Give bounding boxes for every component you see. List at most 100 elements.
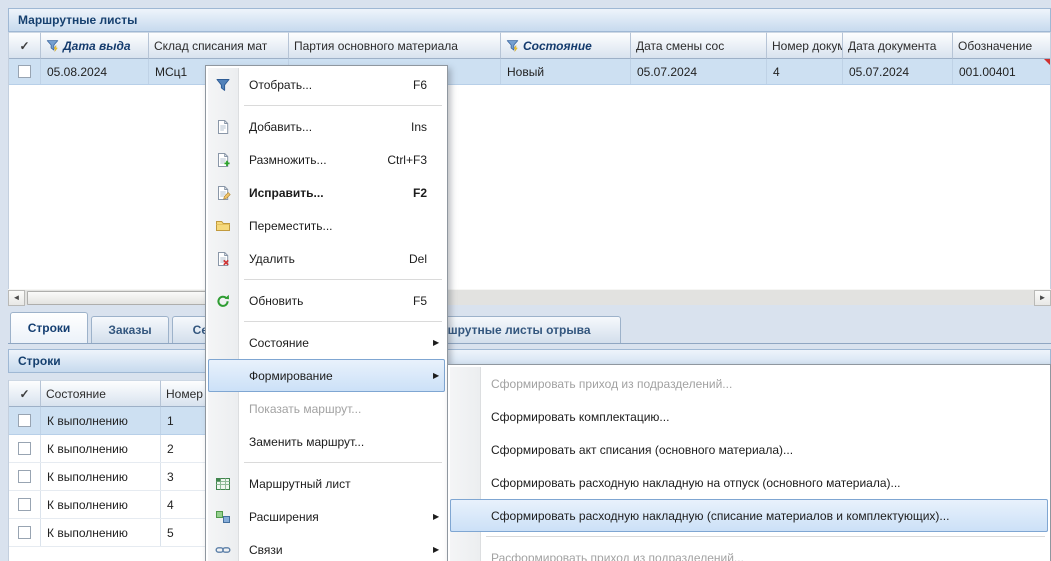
row-checkbox[interactable]	[18, 414, 31, 427]
column-header-doc-date[interactable]: Дата документа	[843, 32, 953, 59]
menu-item-label: Заменить маршрут...	[249, 435, 427, 449]
rows-cell-state: К выполнению	[41, 435, 161, 462]
context-menu-item-refresh[interactable]: ОбновитьF5	[208, 284, 445, 317]
menu-item-label: Добавить...	[249, 120, 411, 134]
route-sheet-row[interactable]: 05.08.2024МСц1Новый05.07.2024405.07.2024…	[9, 59, 1050, 85]
route-sheet-cell-state: Новый	[501, 59, 631, 84]
menu-item-label: Маршрутный лист	[249, 477, 427, 491]
column-header-label: Партия основного материала	[294, 39, 458, 53]
check-all-icon: ✓	[19, 387, 29, 401]
tab-label: Маршрутные листы отрыва	[423, 323, 590, 337]
menu-item-label: Состояние	[249, 336, 427, 350]
menu-item-label: Формирование	[249, 369, 427, 383]
route-sheet-cell-doc-number: 4	[767, 59, 843, 84]
spreadsheet-icon	[208, 476, 238, 492]
scroll-right-button[interactable]: ►	[1034, 290, 1051, 306]
rows-panel-title: Строки	[18, 354, 61, 368]
context-menu-separator	[244, 279, 442, 280]
context-menu-item-duplicate[interactable]: Размножить...Ctrl+F3	[208, 143, 445, 176]
context-menu-item-move[interactable]: Переместить...	[208, 209, 445, 242]
scroll-left-button[interactable]: ◄	[8, 290, 25, 306]
menu-item-shortcut: F5	[413, 294, 427, 308]
bottom-tabbar: СтрокиЗаказыСерМаршрутные листы отрыва	[8, 311, 1051, 344]
submenu-item-form-kitting[interactable]: Сформировать комплектацию...	[450, 400, 1048, 433]
folder-move-icon	[208, 218, 238, 234]
column-header-check[interactable]: ✓	[9, 380, 41, 407]
column-header-doc-number[interactable]: Номер докум	[767, 32, 843, 59]
route-sheets-panel-title: Маршрутные листы	[18, 13, 137, 27]
context-menu-item-delete[interactable]: УдалитьDel	[208, 242, 445, 275]
context-menu-item-filter[interactable]: Отобрать...F6	[208, 68, 445, 101]
rows-cell-check	[9, 463, 41, 490]
context-menu-item-extensions[interactable]: Расширения▶	[208, 500, 445, 533]
menu-item-label: Сформировать расходную накладную на отпу…	[491, 476, 1030, 490]
route-sheet-cell-designation: 001.00401	[953, 59, 1051, 84]
rows-cell-check	[9, 519, 41, 546]
column-header-writeoff-warehouse[interactable]: Склад списания мат	[149, 32, 289, 59]
submenu-item-form-writeoff-invoice[interactable]: Сформировать расходную накладную (списан…	[450, 499, 1048, 532]
submenu-item-form-issue-invoice[interactable]: Сформировать расходную накладную на отпу…	[450, 466, 1048, 499]
page-copy-icon	[208, 152, 238, 168]
tab-orders[interactable]: Заказы	[91, 316, 169, 343]
scroll-right-icon: ►	[1039, 293, 1047, 302]
horizontal-scrollbar[interactable]: ◄ ►	[8, 289, 1051, 305]
context-menu-item-show-route[interactable]: Показать маршрут...	[208, 392, 445, 425]
route-sheet-cell-issue-date: 05.08.2024	[41, 59, 149, 84]
column-header-label: Номер докум	[772, 39, 843, 53]
tab-rows[interactable]: Строки	[10, 312, 88, 343]
submenu-item-form-writeoff-act[interactable]: Сформировать акт списания (основного мат…	[450, 433, 1048, 466]
context-menu-separator	[244, 105, 442, 106]
submenu-item-unform-incoming[interactable]: Расформировать приход из подразделений..…	[450, 541, 1048, 561]
route-sheets-grid: ✓ Дата выда Склад списания мат Партия основ…	[8, 32, 1051, 289]
submenu-item-form-incoming[interactable]: Сформировать приход из подразделений...	[450, 367, 1048, 400]
context-menu-item-state[interactable]: Состояние ▶	[208, 326, 445, 359]
links-icon	[208, 542, 238, 558]
route-sheet-cell-doc-date: 05.07.2024	[843, 59, 953, 84]
submenu-arrow-icon: ▶	[433, 371, 445, 380]
rows-cell-state: К выполнению	[41, 463, 161, 490]
row-checkbox[interactable]	[18, 65, 31, 78]
menu-item-label: Удалить	[249, 252, 409, 266]
context-menu-item-add[interactable]: Добавить...Ins	[208, 110, 445, 143]
row-checkbox[interactable]	[18, 526, 31, 539]
submenu-arrow-icon: ▶	[433, 545, 445, 554]
column-header-state-change-date[interactable]: Дата смены сос	[631, 32, 767, 59]
column-header-state[interactable]: Состояние	[41, 380, 161, 407]
check-all-icon: ✓	[19, 39, 29, 53]
column-header-main-material-batch[interactable]: Партия основного материала	[289, 32, 501, 59]
rows-cell-check	[9, 491, 41, 518]
submenu-arrow-icon: ▶	[433, 512, 445, 521]
rows-cell-check	[9, 407, 41, 434]
page-add-icon	[208, 119, 238, 135]
tab-label: Заказы	[108, 323, 151, 337]
row-checkbox[interactable]	[18, 498, 31, 511]
menu-item-label: Переместить...	[249, 219, 427, 233]
context-menu-item-links[interactable]: Связи ▶	[208, 533, 445, 561]
menu-item-label: Сформировать расходную накладную (списан…	[491, 509, 1030, 523]
menu-item-label: Сформировать комплектацию...	[491, 410, 1030, 424]
column-header-designation[interactable]: Обозначение	[953, 32, 1051, 59]
column-header-state[interactable]: Состояние	[501, 32, 631, 59]
column-header-label: Дата выда	[63, 39, 131, 53]
route-sheet-cell-check	[9, 59, 41, 84]
column-header-issue-date[interactable]: Дата выда	[41, 32, 149, 59]
submenu-arrow-icon: ▶	[433, 338, 445, 347]
menu-item-label: Связи	[249, 543, 427, 557]
context-menu-separator	[244, 462, 442, 463]
page-edit-icon	[208, 185, 238, 201]
route-sheets-grid-header: ✓ Дата выда Склад списания мат Партия основ…	[9, 32, 1050, 59]
context-menu-item-edit[interactable]: Исправить...F2	[208, 176, 445, 209]
formation-submenu: Сформировать приход из подразделений... С…	[447, 364, 1051, 561]
column-header-label: Номер	[166, 387, 203, 401]
context-menu-item-route-sheet[interactable]: Маршрутный лист	[208, 467, 445, 500]
context-menu-item-replace-route[interactable]: Заменить маршрут...	[208, 425, 445, 458]
column-header-label: Склад списания мат	[154, 39, 267, 53]
header-filter-icon	[506, 39, 519, 52]
context-menu-item-formation[interactable]: Формирование ▶	[208, 359, 445, 392]
route-sheets-grid-body: 05.08.2024МСц1Новый05.07.2024405.07.2024…	[9, 59, 1050, 85]
row-checkbox[interactable]	[18, 442, 31, 455]
menu-item-label: Расформировать приход из подразделений..…	[491, 551, 1030, 561]
row-checkbox[interactable]	[18, 470, 31, 483]
context-menu-separator	[244, 321, 442, 322]
column-header-check[interactable]: ✓	[9, 32, 41, 59]
